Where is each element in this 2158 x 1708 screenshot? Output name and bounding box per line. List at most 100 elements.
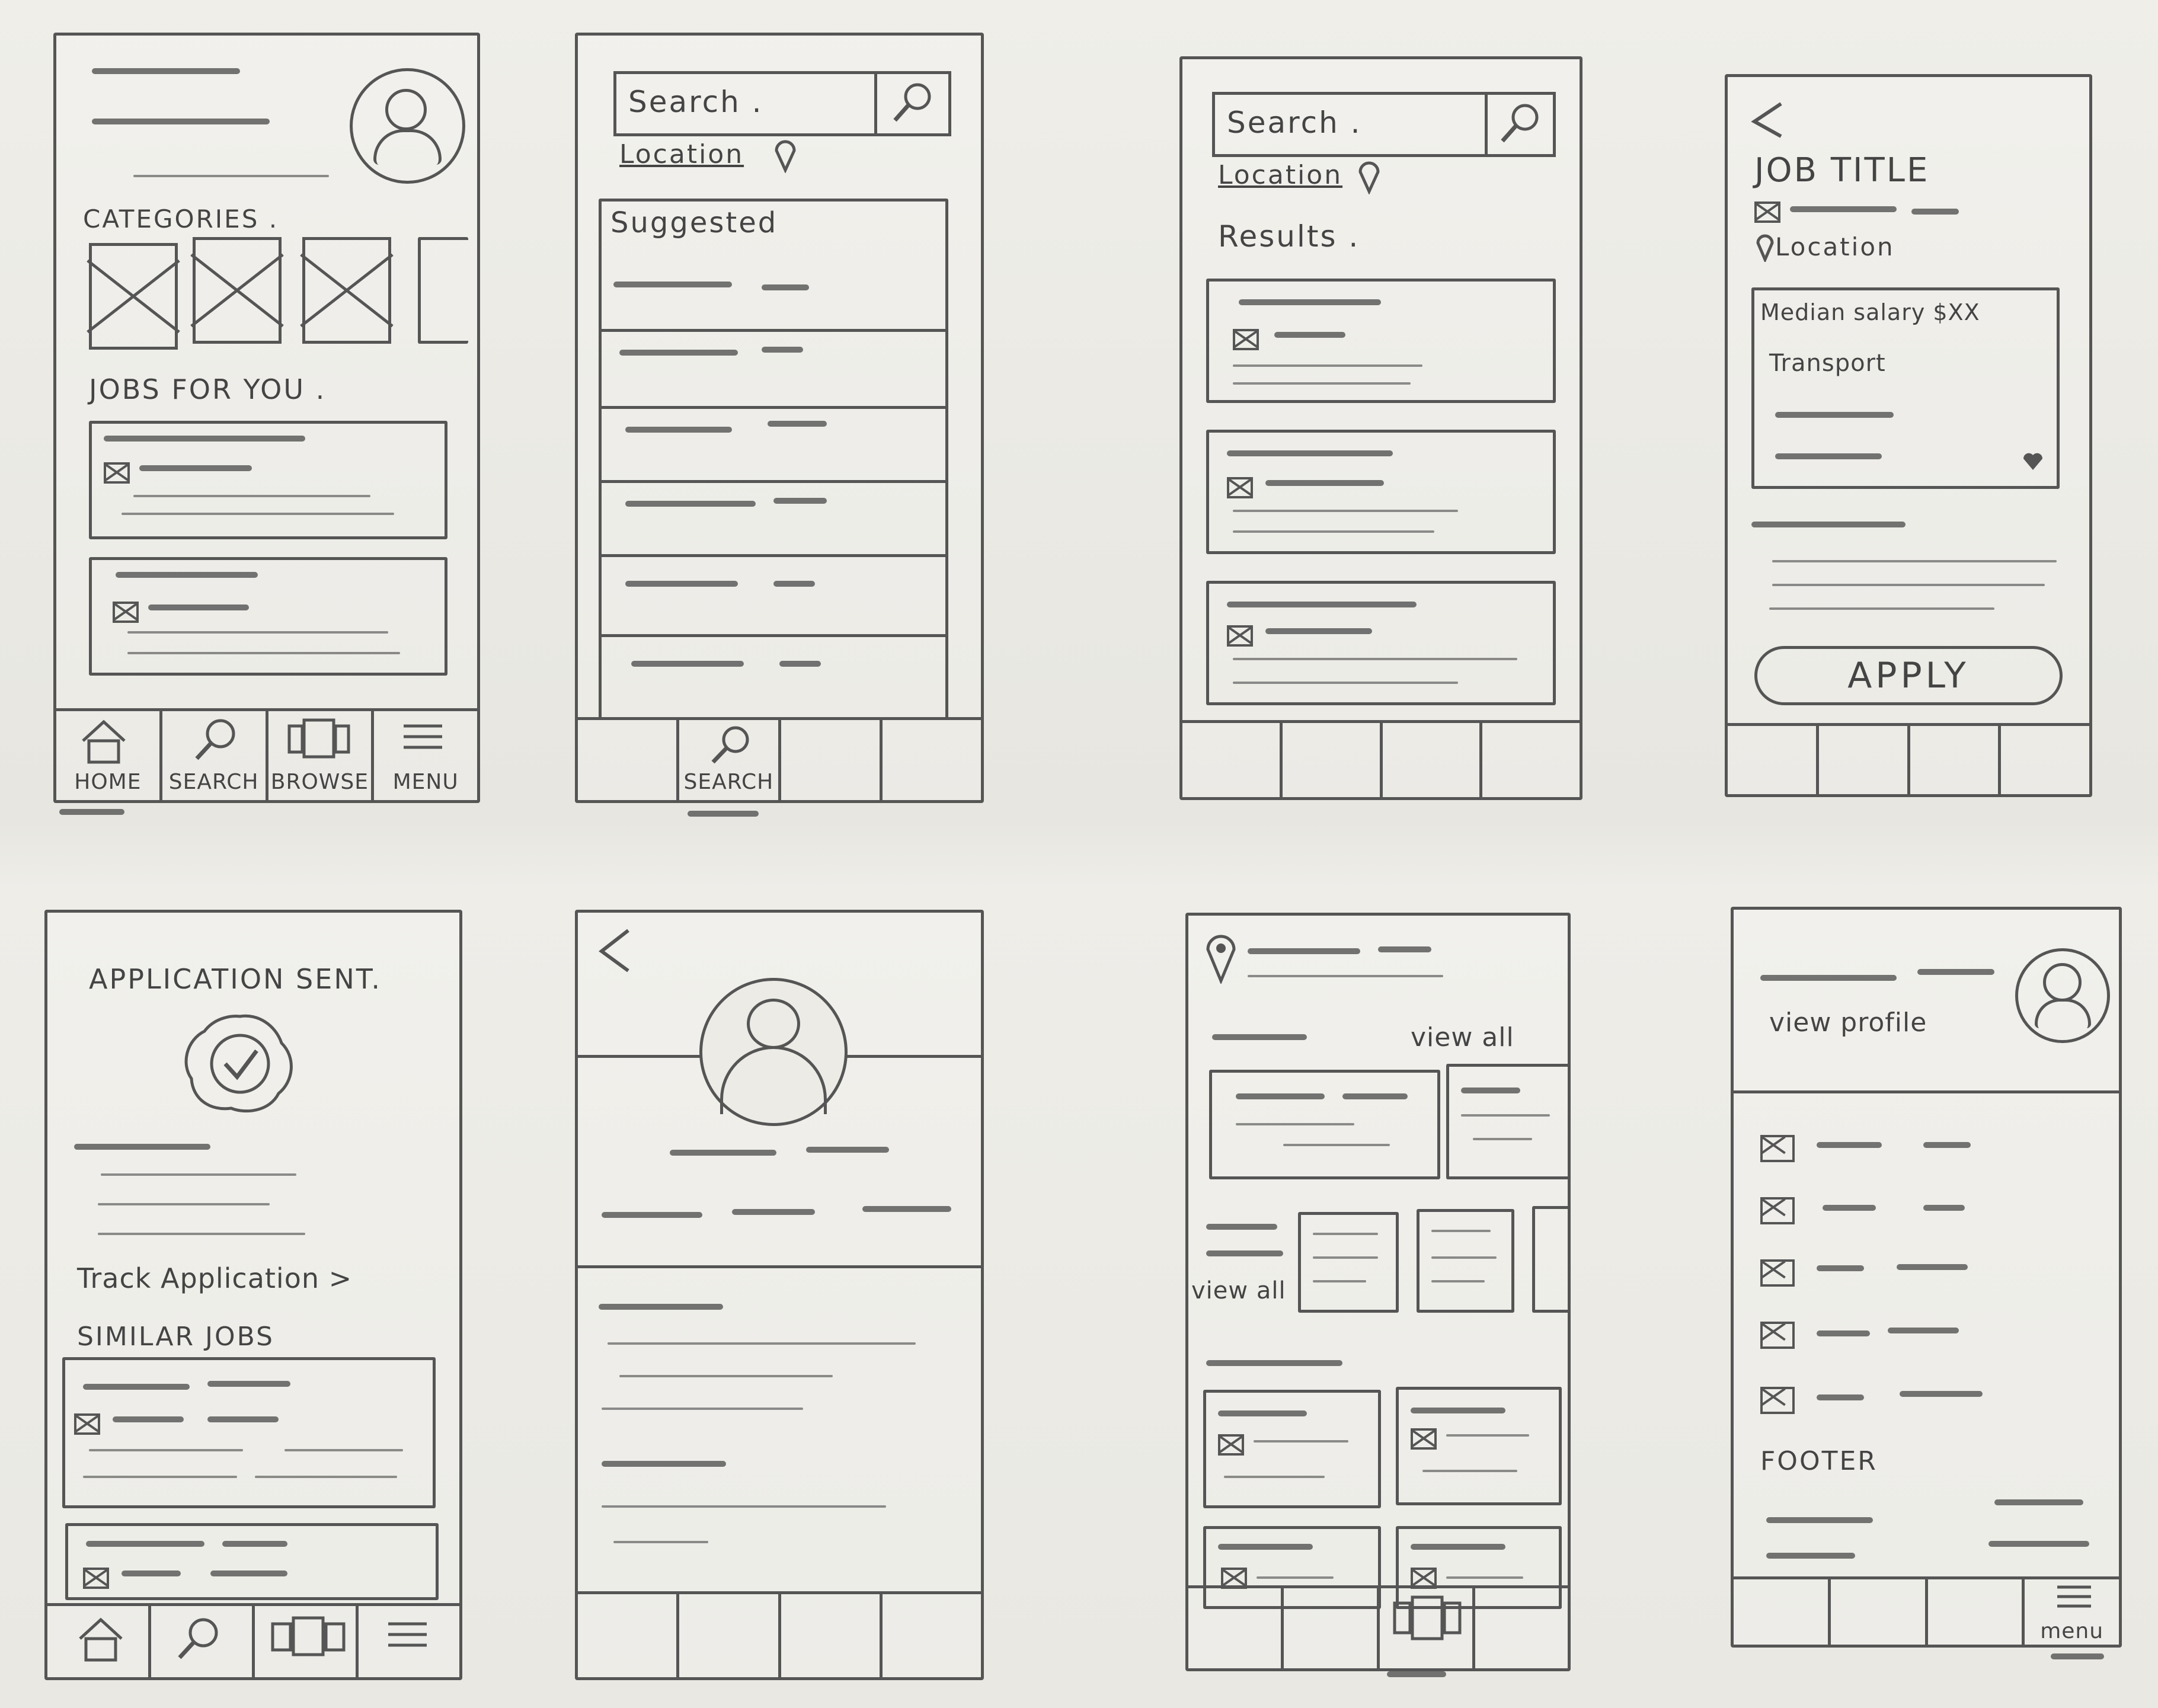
nav-menu[interactable] xyxy=(2001,726,2089,794)
location-pin-icon xyxy=(1358,161,1380,194)
similar-job-card-2[interactable] xyxy=(65,1523,439,1600)
categories-label: CATEGORIES . xyxy=(83,204,279,234)
category-next-arrow-icon[interactable] xyxy=(418,237,468,344)
detail-line xyxy=(133,495,370,497)
location-link[interactable]: Location xyxy=(619,139,744,169)
card-detail xyxy=(1313,1233,1378,1235)
description-line xyxy=(1772,584,2045,586)
menu-item-line[interactable] xyxy=(1817,1394,1864,1400)
nav-search[interactable]: SEARCH xyxy=(679,720,781,800)
search-button[interactable] xyxy=(874,74,948,133)
nav-home[interactable] xyxy=(47,1606,151,1677)
job-info-card: Median salary $XX Transport xyxy=(1751,287,2060,489)
nav-browse[interactable] xyxy=(1910,726,2002,794)
bottom-nav xyxy=(578,1591,981,1677)
nav-search[interactable] xyxy=(151,1606,255,1677)
bottom-nav: SEARCH xyxy=(578,717,981,800)
category-card-2[interactable] xyxy=(1417,1209,1514,1313)
heart-icon[interactable] xyxy=(2021,450,2045,472)
avatar-body xyxy=(373,129,442,165)
nav-browse[interactable] xyxy=(781,1594,883,1677)
header-line xyxy=(92,68,240,74)
transport-text: Transport xyxy=(1769,350,1886,377)
nav-browse[interactable] xyxy=(781,720,883,800)
nav-menu[interactable]: MENU xyxy=(374,711,477,800)
nav-browse[interactable] xyxy=(255,1606,359,1677)
nav-home[interactable] xyxy=(1728,726,1819,794)
similar-job-card-1[interactable] xyxy=(62,1357,436,1508)
detail-line xyxy=(1775,412,1894,418)
location-detail xyxy=(1248,975,1443,977)
menu-item-line[interactable] xyxy=(1817,1330,1870,1336)
nav-menu[interactable] xyxy=(883,1594,981,1677)
application-sent-screen: APPLICATION SENT. Track Application > SI… xyxy=(44,910,462,1680)
back-arrow-icon[interactable] xyxy=(593,925,640,978)
summary-detail xyxy=(101,1173,296,1176)
detail-line xyxy=(83,1476,237,1478)
active-indicator xyxy=(59,809,124,815)
footer-line xyxy=(1994,1499,2083,1505)
nav-search[interactable] xyxy=(679,1594,781,1677)
profile-avatar-icon[interactable] xyxy=(350,68,465,184)
stat-line xyxy=(732,1209,815,1215)
nav-search[interactable]: SEARCH xyxy=(162,711,268,800)
job-card-2[interactable] xyxy=(1396,1387,1562,1505)
track-application-link[interactable]: Track Application > xyxy=(77,1262,352,1294)
nav-menu[interactable] xyxy=(1475,1588,1568,1668)
photo-body xyxy=(720,1046,827,1114)
company-logo-icon xyxy=(1227,477,1253,498)
view-profile-link[interactable]: view profile xyxy=(1769,1007,1927,1038)
search-bar[interactable]: Search . xyxy=(613,71,951,136)
category-card-1[interactable] xyxy=(1298,1212,1399,1313)
nav-home[interactable] xyxy=(578,1594,680,1677)
company-line xyxy=(1274,332,1345,338)
nav-browse[interactable] xyxy=(1380,1588,1475,1668)
card-detail xyxy=(1431,1256,1497,1259)
nav-home[interactable] xyxy=(1188,1588,1284,1668)
nav-home[interactable] xyxy=(1734,1579,1831,1645)
menu-item-line[interactable] xyxy=(1817,1142,1882,1148)
photo-head xyxy=(747,999,800,1049)
category-tile-3[interactable] xyxy=(302,237,391,344)
nav-search[interactable] xyxy=(1831,1579,1928,1645)
nav-browse[interactable] xyxy=(1928,1579,2025,1645)
search-bar[interactable]: Search . xyxy=(1212,92,1556,157)
result-card-1[interactable] xyxy=(1206,279,1556,403)
footer-line xyxy=(1988,1541,2089,1547)
category-tile-2[interactable] xyxy=(193,237,282,344)
nav-home[interactable]: HOME xyxy=(56,711,162,800)
nav-search[interactable] xyxy=(1283,723,1383,797)
apply-button[interactable]: APPLY xyxy=(1754,646,2063,705)
nav-browse[interactable] xyxy=(1383,723,1483,797)
menu-item-line[interactable] xyxy=(1817,1265,1864,1271)
search-input[interactable]: Search . xyxy=(1227,105,1362,140)
result-card-2[interactable] xyxy=(1206,430,1556,554)
bottom-nav xyxy=(1728,723,2089,794)
result-card-3[interactable] xyxy=(1206,581,1556,705)
menu-item-line[interactable] xyxy=(1823,1205,1876,1211)
nav-search[interactable] xyxy=(1819,726,1910,794)
category-card-3[interactable] xyxy=(1532,1206,1568,1313)
nav-menu[interactable]: menu xyxy=(2025,1579,2119,1645)
nav-browse[interactable]: BROWSE xyxy=(268,711,375,800)
category-tile-1[interactable] xyxy=(89,243,178,350)
featured-card-1[interactable] xyxy=(1209,1070,1440,1179)
search-input[interactable]: Search . xyxy=(628,85,763,119)
featured-card-2[interactable] xyxy=(1446,1064,1568,1179)
job-card-1[interactable] xyxy=(1203,1390,1381,1508)
view-all-link-2[interactable]: view all xyxy=(1191,1277,1286,1304)
nav-menu[interactable] xyxy=(1482,723,1580,797)
nav-menu[interactable] xyxy=(883,720,981,800)
nav-home[interactable] xyxy=(1182,723,1283,797)
back-arrow-icon[interactable] xyxy=(1745,98,1793,145)
job-card-1[interactable] xyxy=(89,421,447,539)
nav-search[interactable] xyxy=(1284,1588,1380,1668)
profile-avatar-icon[interactable] xyxy=(2015,948,2110,1043)
nav-home[interactable] xyxy=(578,720,680,800)
search-button[interactable] xyxy=(1485,95,1553,154)
job-card-2[interactable] xyxy=(89,557,447,676)
nav-menu[interactable] xyxy=(359,1606,459,1677)
detail-line xyxy=(1422,1470,1517,1472)
view-all-link[interactable]: view all xyxy=(1411,1022,1514,1053)
location-link[interactable]: Location xyxy=(1218,160,1342,190)
